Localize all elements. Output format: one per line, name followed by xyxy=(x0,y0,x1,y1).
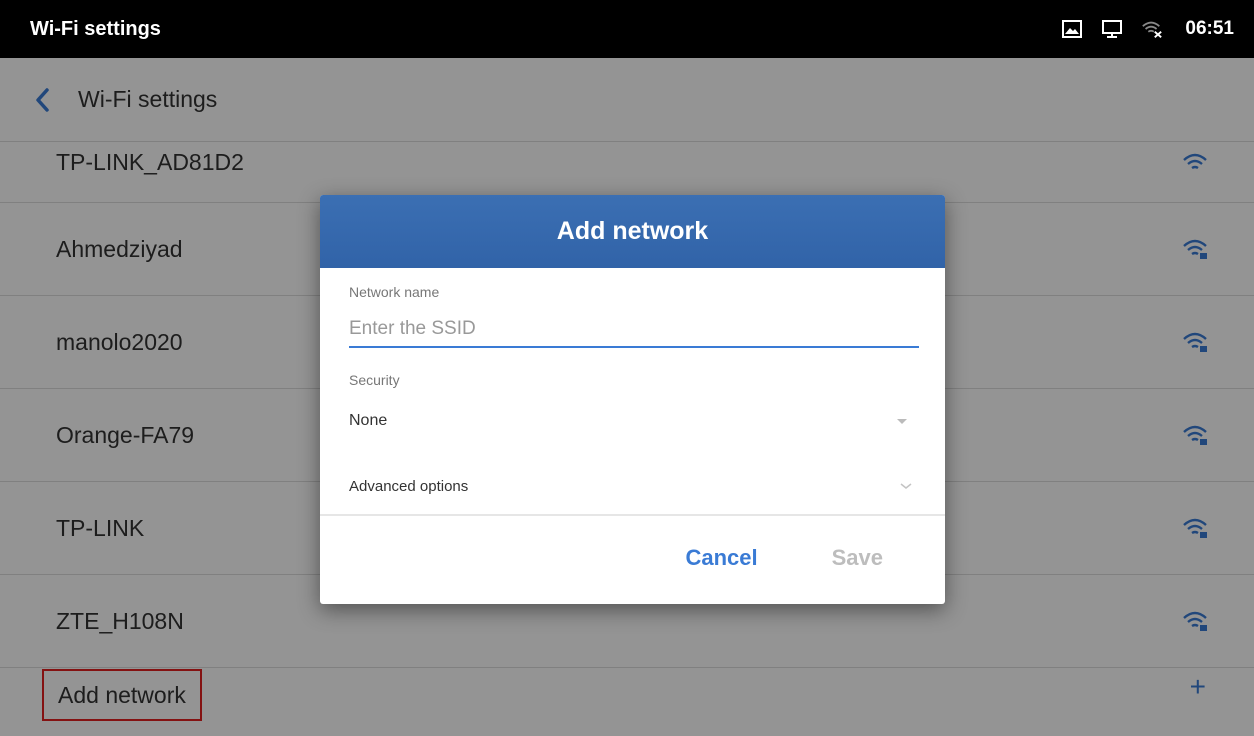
dialog-title: Add network xyxy=(320,195,945,268)
advanced-options-toggle[interactable]: Advanced options xyxy=(349,469,919,503)
dialog-actions: Cancel Save xyxy=(685,535,945,581)
status-time: 06:51 xyxy=(1185,18,1234,39)
status-bar-title: Wi-Fi settings xyxy=(30,18,161,40)
save-button[interactable]: Save xyxy=(832,545,883,571)
cancel-button[interactable]: Cancel xyxy=(685,545,757,571)
dropdown-caret-icon xyxy=(897,418,907,424)
monitor-icon xyxy=(1101,19,1123,39)
ssid-input[interactable] xyxy=(349,312,919,348)
chevron-down-icon xyxy=(900,483,912,489)
security-label: Security xyxy=(349,372,400,388)
wifi-off-icon xyxy=(1141,19,1163,39)
advanced-options-label: Advanced options xyxy=(349,477,469,495)
gallery-icon xyxy=(1061,19,1083,39)
security-value: None xyxy=(349,412,388,429)
status-bar: Wi-Fi settings 06:51 xyxy=(0,0,1254,58)
dialog-divider xyxy=(320,514,945,516)
add-network-dialog: Add network Network name Security None A… xyxy=(320,195,945,604)
security-select[interactable]: None xyxy=(349,404,919,438)
network-name-label: Network name xyxy=(349,284,440,300)
status-icons: 06:51 xyxy=(1061,0,1254,58)
